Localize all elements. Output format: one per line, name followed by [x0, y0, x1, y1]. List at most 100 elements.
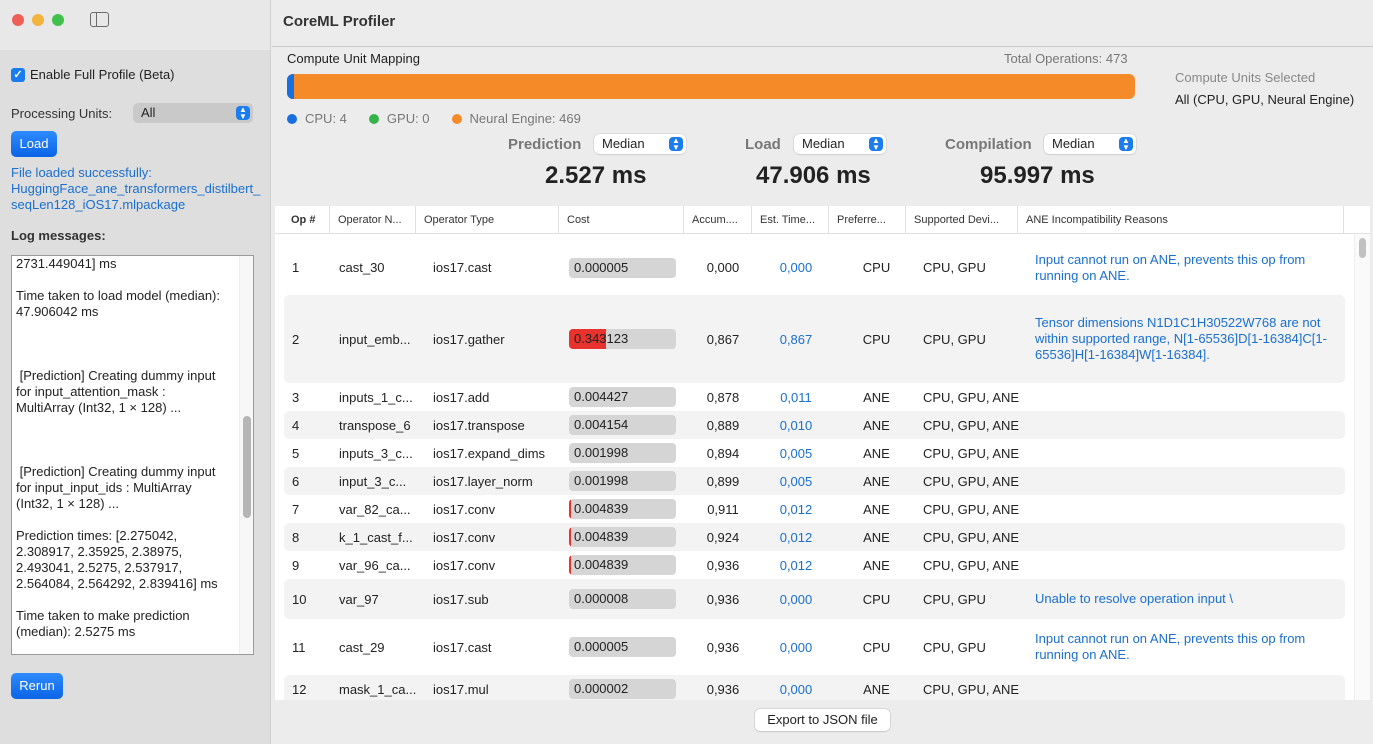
- estimated-time: 0,000: [779, 591, 813, 607]
- column-header-cost[interactable]: Cost: [559, 206, 684, 234]
- op-number: 11: [292, 639, 306, 655]
- column-header-supported-devices[interactable]: Supported Devi...: [906, 206, 1018, 234]
- supported-devices: CPU, GPU, ANE: [923, 501, 1020, 517]
- export-json-button[interactable]: Export to JSON file: [755, 709, 890, 731]
- column-header-op[interactable]: Op #: [283, 206, 330, 234]
- operator-name: cast_29: [339, 639, 385, 655]
- zoom-window-button[interactable]: [52, 14, 64, 26]
- legend-ane: Neural Engine: 469: [451, 111, 581, 126]
- ane-incompatibility-reason: [1035, 675, 1335, 700]
- cost-cell: 0.000005: [569, 619, 676, 675]
- ane-incompatibility-reason: [1035, 383, 1335, 411]
- operator-name: var_82_ca...: [339, 501, 411, 517]
- op-number: 9: [292, 557, 300, 573]
- status-line: File loaded successfully:: [11, 165, 152, 180]
- op-number: 10: [292, 591, 307, 607]
- table-row[interactable]: 5 inputs_3_c... ios17.expand_dims 0.001998 0…: [284, 439, 1345, 467]
- estimated-time: 0,000: [779, 639, 813, 655]
- load-status-message: File loaded successfully: HuggingFace_an…: [11, 165, 261, 213]
- table-row[interactable]: 9 var_96_ca... ios17.conv 0.004839 0,936 0,01…: [284, 551, 1345, 579]
- cost-value: 0.001998: [574, 473, 629, 488]
- ane-incompatibility-reason: Tensor dimensions N1D1C1H30522W768 are n…: [1035, 315, 1327, 362]
- prediction-label: Prediction: [508, 136, 582, 153]
- estimated-time: 0,012: [779, 501, 813, 517]
- supported-devices: CPU, GPU: [923, 639, 986, 655]
- table-scrollbar-thumb[interactable]: [1359, 238, 1366, 258]
- ane-incompatibility-reason: [1035, 439, 1335, 467]
- minimize-window-button[interactable]: [32, 14, 44, 26]
- cost-bar-fill: [569, 527, 571, 547]
- log-scrollbar[interactable]: [239, 256, 253, 654]
- op-number: 4: [292, 417, 300, 433]
- loaded-file-name: HuggingFace_ane_transformers_distilbert_…: [11, 181, 261, 212]
- table-row[interactable]: 6 input_3_c... ios17.layer_norm 0.001998 0,8…: [284, 467, 1345, 495]
- preferred-device: ANE: [863, 681, 890, 697]
- table-row[interactable]: 2 input_emb... ios17.gather 0.343123 0,867 0,…: [284, 295, 1345, 383]
- operator-name: input_emb...: [339, 331, 411, 347]
- cost-cell: 0.000002: [569, 675, 676, 700]
- op-number: 5: [292, 445, 300, 461]
- cost-bar: 0.004839: [569, 527, 676, 547]
- rerun-button[interactable]: Rerun: [11, 673, 63, 699]
- operator-name: inputs_3_c...: [339, 445, 413, 461]
- table-row[interactable]: 10 var_97 ios17.sub 0.000008 0,936 0,000 CPU CP…: [284, 579, 1345, 619]
- table-row[interactable]: 1 cast_30 ios17.cast 0.000005 0,000 0,000 CPU C…: [284, 234, 1345, 301]
- supported-devices: CPU, GPU, ANE: [923, 529, 1020, 545]
- log-scrollbar-thumb[interactable]: [243, 416, 251, 518]
- column-header-operator-type[interactable]: Operator Type: [416, 206, 559, 234]
- cost-value: 0.000002: [574, 681, 629, 696]
- estimated-time: 0,000: [779, 681, 813, 697]
- column-header-est-time[interactable]: Est. Time...: [752, 206, 829, 234]
- load-button[interactable]: Load: [11, 131, 57, 157]
- compute-unit-mapping-title: Compute Unit Mapping: [287, 51, 420, 66]
- column-header-preferred[interactable]: Preferre...: [829, 206, 906, 234]
- operator-type: ios17.conv: [433, 501, 496, 517]
- table-row[interactable]: 4 transpose_6 ios17.transpose 0.004154 0,889…: [284, 411, 1345, 439]
- accumulated-cost: 0,000: [706, 260, 740, 275]
- estimated-time: 0,005: [779, 445, 813, 461]
- table-row[interactable]: 11 cast_29 ios17.cast 0.000005 0,936 0,000 CPU…: [284, 619, 1345, 675]
- estimated-time: 0,000: [779, 260, 813, 275]
- compilation-mode-select[interactable]: Median ▲ ▼: [1044, 134, 1136, 154]
- table-row[interactable]: 3 inputs_1_c... ios17.add 0.004427 0,878 0,01…: [284, 383, 1345, 411]
- op-number: 2: [292, 331, 300, 347]
- supported-devices: CPU, GPU, ANE: [923, 473, 1020, 489]
- close-window-button[interactable]: [12, 14, 24, 26]
- column-header-operator-name[interactable]: Operator N...: [330, 206, 416, 234]
- supported-devices: CPU, GPU: [923, 331, 986, 347]
- load-mode-select[interactable]: Median ▲ ▼: [794, 134, 886, 154]
- compilation-value: 95.997 ms: [980, 162, 1095, 189]
- table-row[interactable]: 8 k_1_cast_f... ios17.conv 0.004839 0,924 0,0…: [284, 523, 1345, 551]
- compilation-mode-value: Median: [1052, 136, 1095, 151]
- total-operations: Total Operations: 473: [1004, 51, 1128, 66]
- column-header-accumulated[interactable]: Accum....: [684, 206, 752, 234]
- supported-devices: CPU, GPU: [923, 591, 986, 607]
- processing-units-select[interactable]: All ▲ ▼: [133, 103, 253, 123]
- accumulated-cost: 0,867: [706, 331, 740, 347]
- sidebar-toggle-icon[interactable]: [90, 12, 109, 27]
- cost-value: 0.343123: [574, 331, 629, 346]
- cpu-segment: [287, 74, 295, 99]
- table-row[interactable]: 12 mask_1_ca... ios17.mul 0.000002 0,936 0,00…: [284, 675, 1345, 700]
- table-row[interactable]: 7 var_82_ca... ios17.conv 0.004839 0,911 0,01…: [284, 495, 1345, 523]
- table-scrollbar[interactable]: [1354, 234, 1370, 700]
- log-text: 2731.449041] ms Time taken to load model…: [16, 256, 221, 639]
- log-messages-textarea[interactable]: 2731.449041] ms Time taken to load model…: [11, 255, 254, 655]
- processing-units-value: All: [141, 105, 156, 120]
- ane-incompatibility-reason: [1035, 467, 1335, 495]
- legend-gpu-label: GPU: 0: [386, 111, 430, 126]
- column-header-ane-reasons[interactable]: ANE Incompatibility Reasons: [1018, 206, 1344, 234]
- compute-units-selected-label: Compute Units Selected: [1175, 70, 1316, 85]
- ane-incompatibility-reason: [1035, 495, 1335, 523]
- preferred-device: CPU: [862, 639, 891, 655]
- operator-name: cast_30: [339, 260, 385, 275]
- ane-incompatibility-reason: Input cannot run on ANE, prevents this o…: [1035, 251, 1306, 283]
- operator-type: ios17.conv: [433, 557, 496, 573]
- ane-incompatibility-reason: Unable to resolve operation input \: [1035, 591, 1234, 606]
- enable-full-profile-checkbox[interactable]: ✓ Enable Full Profile (Beta): [11, 67, 175, 82]
- operator-type: ios17.mul: [433, 681, 489, 697]
- preferred-device: ANE: [863, 389, 890, 405]
- prediction-mode-select[interactable]: Median ▲ ▼: [594, 134, 686, 154]
- cost-value: 0.004839: [574, 529, 629, 544]
- log-messages-label: Log messages:: [11, 228, 106, 243]
